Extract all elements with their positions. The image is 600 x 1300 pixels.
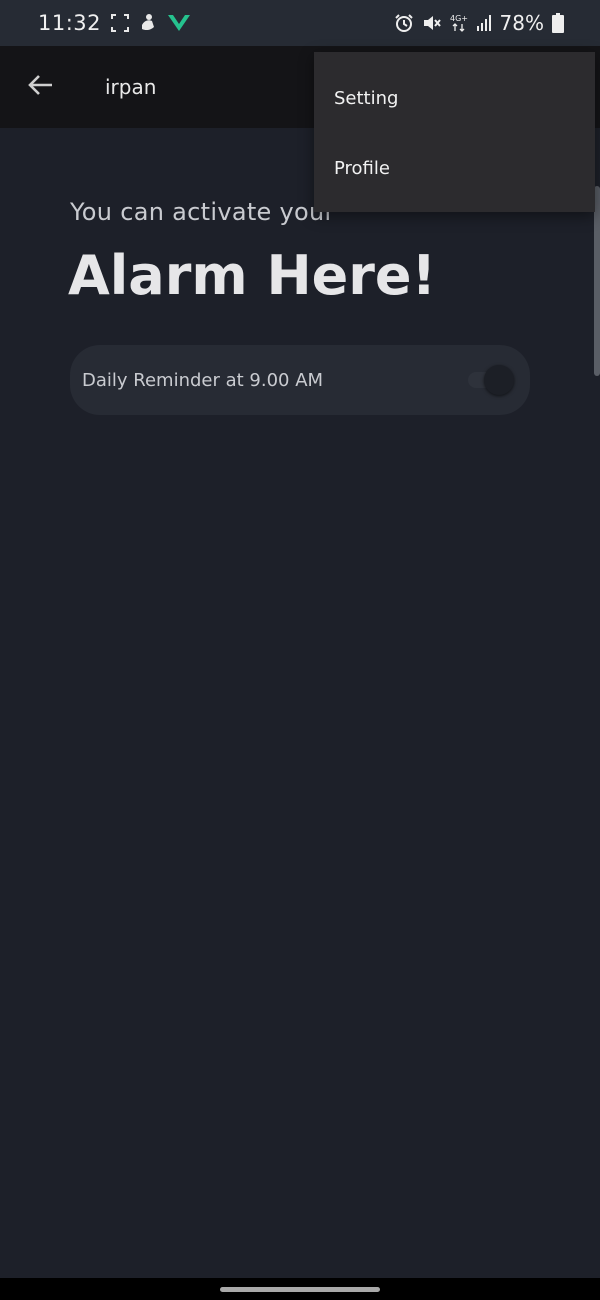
home-gesture-pill[interactable] — [220, 1287, 380, 1292]
status-bar: 11:32 4G+ 78% — [0, 0, 600, 46]
mute-icon — [422, 13, 442, 33]
toggle-knob — [484, 365, 514, 395]
app-title: irpan — [105, 75, 157, 99]
screenshot-frame-icon — [111, 14, 130, 32]
status-time: 11:32 — [38, 11, 102, 35]
arrow-left-icon — [28, 74, 54, 100]
system-nav-bar — [0, 1278, 600, 1300]
status-bar-left: 11:32 — [38, 11, 191, 35]
overflow-menu: Setting Profile — [314, 52, 595, 212]
network-4g-icon: 4G+ — [450, 13, 468, 33]
status-bar-right: 4G+ 78% — [394, 11, 564, 35]
daily-reminder-label: Daily Reminder at 9.00 AM — [82, 369, 324, 391]
headline-text: Alarm Here! — [68, 244, 437, 307]
daily-reminder-toggle[interactable] — [468, 365, 514, 395]
signal-icon — [476, 14, 492, 32]
network-label: 4G+ — [450, 14, 468, 23]
scrollbar-thumb[interactable] — [594, 186, 600, 376]
back-button[interactable] — [0, 46, 82, 128]
battery-percent: 78% — [499, 11, 544, 35]
menu-item-profile[interactable]: Profile — [314, 133, 595, 203]
hand-notification-icon — [139, 13, 157, 33]
subtitle-text: You can activate your — [70, 198, 335, 226]
vpn-chevron-icon — [167, 13, 191, 33]
menu-item-setting[interactable]: Setting — [314, 63, 595, 133]
daily-reminder-card: Daily Reminder at 9.00 AM — [70, 345, 530, 415]
alarm-icon — [394, 13, 414, 33]
battery-icon — [552, 13, 564, 33]
